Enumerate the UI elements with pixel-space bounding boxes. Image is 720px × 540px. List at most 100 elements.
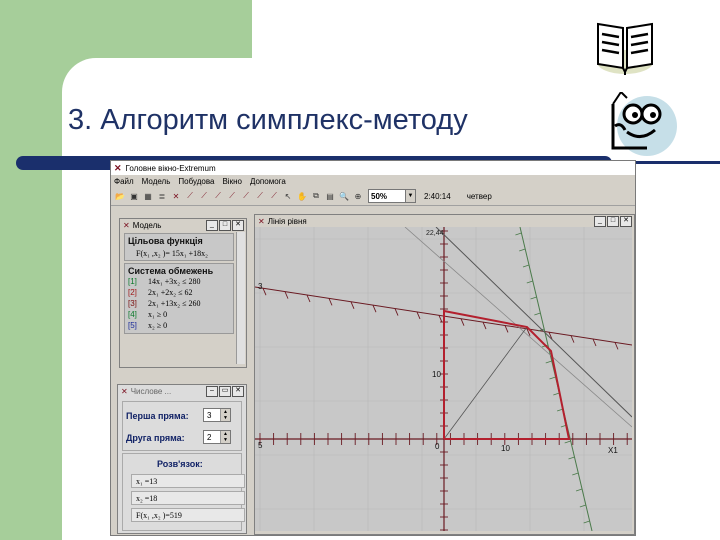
level-line-plot[interactable]: 22,44 3 10 0 10 5 X1 [255, 227, 632, 531]
minimize-icon[interactable]: _ [206, 219, 218, 231]
hatch-mark [545, 360, 552, 364]
hatch-mark [284, 291, 289, 299]
hatch-mark [553, 392, 560, 396]
plot3-icon[interactable]: ⟋ [212, 190, 224, 202]
hatch-mark [570, 335, 575, 343]
slide-title: 3. Алгоритм симплекс-методу [68, 104, 468, 136]
constraint-index: [2] [128, 288, 137, 297]
hatch-mark [530, 296, 537, 300]
constraint-row: [4] x₁ ≥ 0 [128, 309, 230, 320]
minimize-icon[interactable]: – [206, 385, 218, 397]
constraint-index: [1] [128, 277, 137, 286]
zoom-select[interactable]: 50% ▼ [368, 189, 416, 203]
maximize-icon[interactable]: □ [219, 219, 231, 231]
plot5-icon[interactable]: ⟋ [240, 190, 252, 202]
decor-green-strip [0, 0, 62, 540]
hatch-mark [350, 301, 355, 309]
objective-section: Цільова функція F(x₁ ,x₂ )= 15x₁ +18x₂ [124, 233, 234, 261]
zoom-fit-icon[interactable]: ⊕ [352, 190, 364, 202]
toolbar: 📂 ▣ ▦ ≣ ✕ ⟋ ⟋ ⟋ ⟋ ⟋ ⟋ ⟋ ↖ ✋ ⧉ ▤ 🔍 ⊕ 50% ▼… [111, 187, 635, 206]
hatch-mark [416, 311, 421, 320]
window-buttons: – ▭ ✕ [206, 385, 244, 397]
window-buttons: _ □ ✕ [594, 215, 632, 227]
plot6-icon[interactable]: ⟋ [254, 190, 266, 202]
objective-formula: F(x₁ ,x₂ )= 15x₁ +18x₂ [136, 249, 208, 258]
hatch-mark [515, 232, 522, 236]
plot2-icon[interactable]: ⟋ [198, 190, 210, 202]
second-line-stepper[interactable]: 2 ▲ ▼ [203, 430, 231, 444]
close-icon[interactable]: ✕ [232, 219, 244, 231]
open-icon[interactable]: 📂 [114, 190, 126, 202]
hatch-mark [262, 288, 267, 296]
copy-icon[interactable]: ⧉ [310, 190, 322, 202]
grid-icon[interactable]: ▦ [142, 190, 154, 202]
model-scrollbar[interactable] [236, 232, 245, 364]
cursor-icon[interactable]: ↖ [282, 190, 294, 202]
menu-help[interactable]: Допомога [250, 177, 286, 186]
save-icon[interactable]: ▣ [128, 190, 140, 202]
maximize-icon[interactable]: □ [607, 215, 619, 227]
result-x2: x₂ =18 [131, 491, 245, 505]
plot7-icon[interactable]: ⟋ [268, 190, 280, 202]
feasible-region [443, 309, 571, 440]
menu-model[interactable]: Модель [142, 177, 171, 186]
plot1-icon[interactable]: ⟋ [184, 190, 196, 202]
book-icon [597, 22, 653, 76]
constraint-line-2 [435, 227, 632, 418]
hatch-mark [592, 338, 597, 347]
model-panel-title: Модель [132, 220, 162, 230]
close-icon[interactable]: ✕ [620, 215, 632, 227]
numeric-panel-title: Числове ... [130, 386, 172, 396]
line-3-label: 3 [258, 282, 263, 291]
constraint-1-hatch [515, 232, 590, 524]
level-line-panel: ✕ Лінія рівня _ □ ✕ 22,44 3 10 0 10 5 X1 [254, 214, 635, 535]
x-10-label: 10 [501, 444, 510, 453]
export-icon[interactable]: ▤ [324, 190, 336, 202]
constraints-header: Система обмежень [128, 266, 214, 276]
panel-logo-icon: ✕ [123, 220, 130, 230]
menu-build[interactable]: Побудова [178, 177, 214, 186]
model-icon[interactable]: ✕ [170, 190, 182, 202]
numeric-panel: ✕ Числове ... – ▭ ✕ Перша пряма: 3 ▲ ▼ Дру… [117, 384, 247, 534]
hatch-mark [575, 488, 583, 492]
app-title-text: Головне вікно-Extremum [125, 163, 216, 173]
menu-file[interactable]: Файл [114, 177, 134, 186]
level-line [404, 227, 632, 428]
second-line-value: 2 [207, 432, 212, 442]
constraint-row: [2] 2x₁ +2x₂ ≤ 62 [128, 287, 230, 298]
hatch-mark [328, 298, 333, 306]
first-line-stepper[interactable]: 3 ▲ ▼ [203, 408, 231, 422]
hatch-mark [372, 304, 377, 313]
minimize-icon[interactable]: _ [594, 215, 606, 227]
hatch-mark [522, 264, 530, 268]
hatch-mark [568, 456, 575, 460]
menu-window[interactable]: Вікно [222, 177, 241, 186]
hatch-mark [549, 376, 556, 380]
plot-panel-titlebar: ✕ Лінія рівня _ □ ✕ [255, 215, 634, 227]
hatch-mark [519, 248, 526, 252]
zoom-value: 50% [371, 191, 388, 201]
hatch-mark [534, 312, 541, 316]
hatch-mark [460, 318, 465, 326]
panel-logo-icon: ✕ [121, 386, 128, 396]
spin-arrows-icon: ▲ ▼ [220, 431, 230, 443]
first-line-label: Перша пряма: [126, 411, 189, 421]
solution-box: Розв'язок: x₁ =13 x₂ =18 F(x₁ ,x₂ )=519 [122, 453, 245, 531]
solution-header: Розв'язок: [157, 459, 203, 469]
constraint-text: x₁ ≥ 0 [148, 310, 168, 319]
clock-day: четвер [466, 191, 492, 201]
restore-icon[interactable]: ▭ [219, 385, 231, 397]
close-icon[interactable]: ✕ [232, 385, 244, 397]
hatch-mark [306, 294, 311, 303]
line-select-box: Перша пряма: 3 ▲ ▼ Друга пряма: 2 ▲ ▼ [122, 401, 242, 451]
hatch-mark [438, 315, 443, 323]
extremum-app-window: ✕ Головне вікно-Extremum Файл Модель Поб… [110, 160, 636, 536]
zoom-icon[interactable]: 🔍 [338, 190, 350, 202]
plot4-icon[interactable]: ⟋ [226, 190, 238, 202]
x-axis-label: X1 [608, 446, 618, 455]
hand-icon[interactable]: ✋ [296, 190, 308, 202]
result-x1: x₁ =13 [131, 474, 245, 488]
panel-logo-icon: ✕ [258, 216, 265, 226]
face-icon [611, 92, 677, 156]
table-icon[interactable]: ≣ [156, 190, 168, 202]
